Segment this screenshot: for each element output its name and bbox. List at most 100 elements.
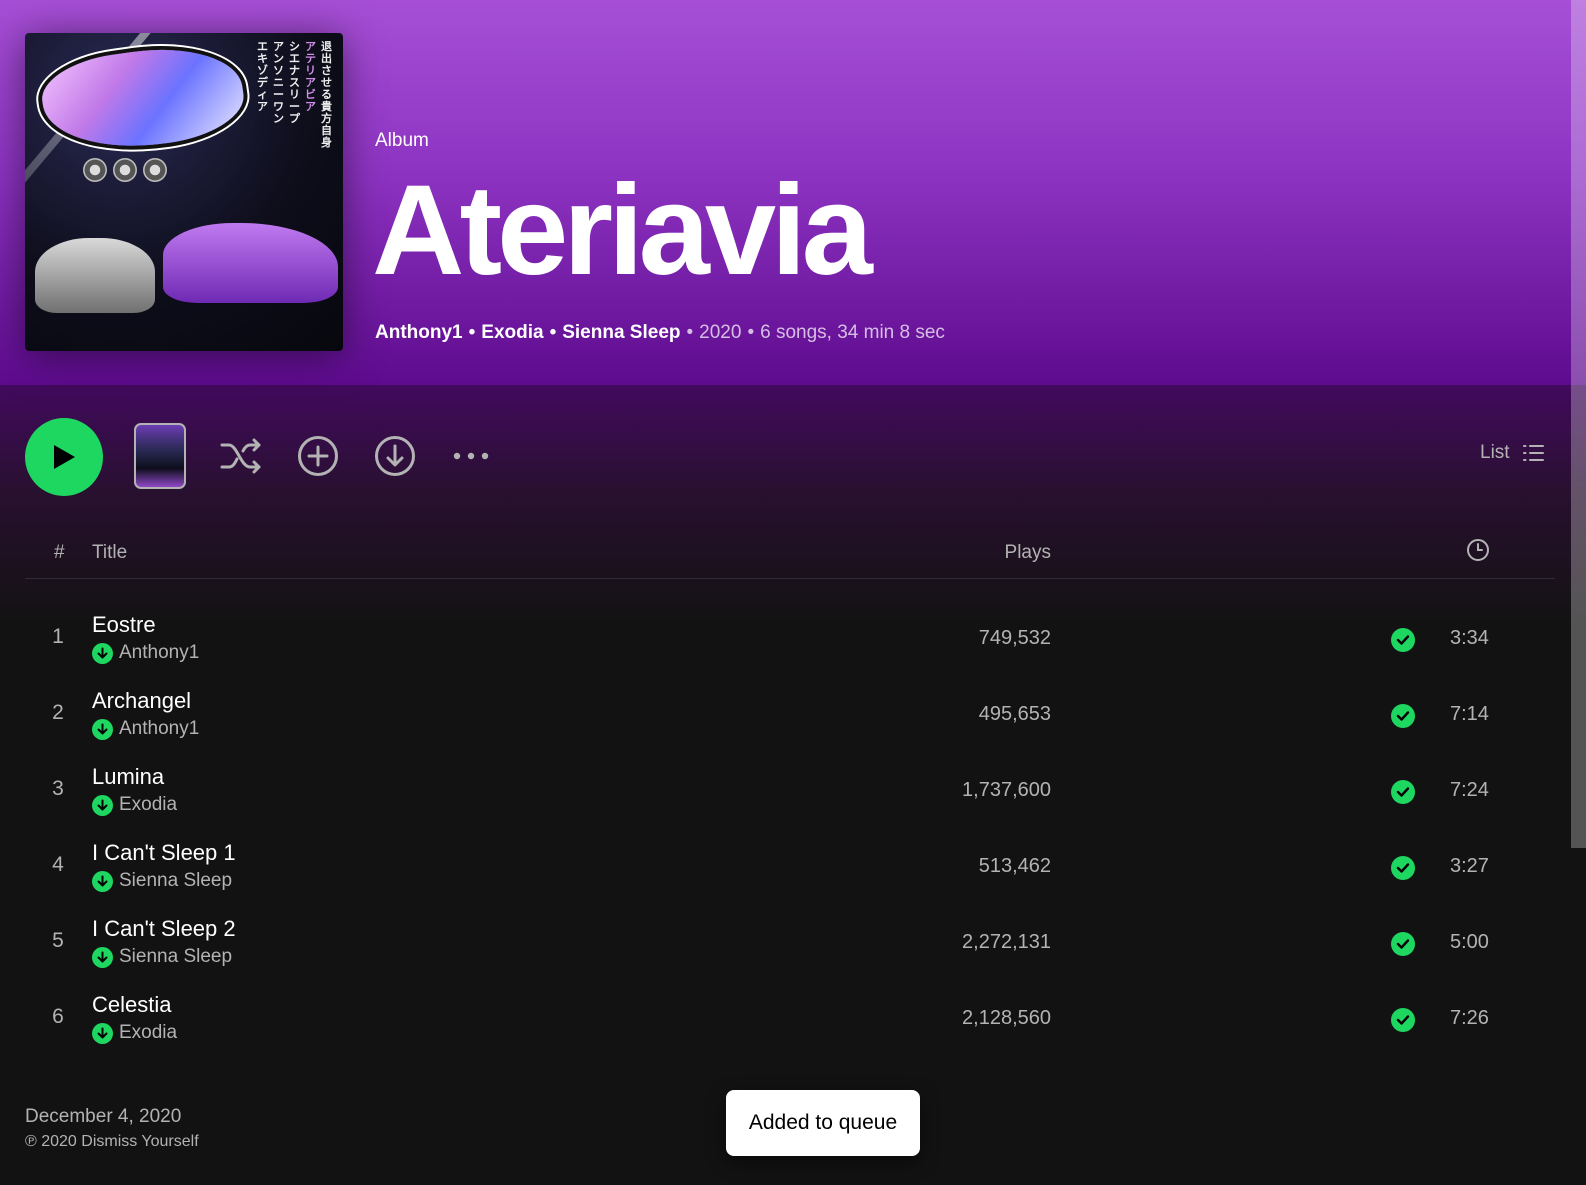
toast-notification: Added to queue — [726, 1090, 920, 1156]
track-plays: 513,462 — [978, 855, 1051, 877]
track-duration: 7:24 — [1450, 779, 1489, 801]
cover-japanese-text: アテリアビア — [305, 41, 316, 113]
track-title[interactable]: I Can't Sleep 2 — [92, 916, 236, 942]
artist-link[interactable]: Sienna Sleep — [562, 322, 680, 344]
view-toggle-label: List — [1480, 442, 1510, 463]
shuffle-icon — [220, 438, 261, 474]
separator-dot: • — [468, 322, 476, 343]
artist-link[interactable]: Exodia — [481, 322, 543, 344]
download-button[interactable] — [373, 434, 417, 478]
copyright: ℗ 2020 Dismiss Yourself — [25, 1133, 199, 1150]
release-date: December 4, 2020 — [25, 1106, 182, 1127]
track-plays: 749,532 — [978, 627, 1051, 649]
play-icon — [54, 445, 75, 469]
scrollbar-thumb[interactable] — [1571, 0, 1586, 848]
play-button[interactable] — [25, 418, 103, 496]
album-year: 2020 — [699, 322, 742, 343]
track-duration: 3:27 — [1450, 855, 1489, 877]
cover-graffiti-logo — [37, 37, 249, 160]
artist-link[interactable]: Anthony1 — [375, 322, 463, 344]
downloaded-icon — [92, 1022, 113, 1044]
track-duration: 7:26 — [1450, 1007, 1489, 1029]
track-artist[interactable]: Sienna Sleep — [119, 870, 232, 892]
clock-icon — [1467, 539, 1489, 561]
cover-japanese-text: エキゾディア — [257, 41, 268, 113]
download-icon — [375, 436, 415, 476]
saved-check-icon[interactable] — [1391, 704, 1415, 728]
column-title: Title — [92, 542, 128, 563]
track-subline: Sienna Sleep — [92, 870, 232, 892]
table-row[interactable]: 4 I Can't Sleep 1 Sienna Sleep 513,462 3:27 — [25, 831, 1555, 907]
track-subline: Exodia — [92, 1022, 177, 1044]
track-plays: 2,128,560 — [962, 1007, 1051, 1029]
track-artist[interactable]: Sienna Sleep — [119, 946, 232, 968]
downloaded-icon — [92, 718, 113, 740]
column-duration — [1466, 538, 1490, 568]
track-subline: Exodia — [92, 794, 177, 816]
shuffle-button[interactable] — [219, 434, 263, 478]
column-plays: Plays — [1004, 542, 1051, 563]
track-artist[interactable]: Anthony1 — [119, 718, 199, 740]
saved-check-icon[interactable] — [1391, 1008, 1415, 1032]
saved-check-icon[interactable] — [1391, 932, 1415, 956]
table-row[interactable]: 6 Celestia Exodia 2,128,560 7:26 — [25, 983, 1555, 1059]
saved-check-icon[interactable] — [1391, 856, 1415, 880]
downloaded-icon — [92, 946, 113, 968]
table-row[interactable]: 1 Eostre Anthony1 749,532 3:34 — [25, 603, 1555, 679]
track-number: 3 — [52, 777, 64, 800]
table-row[interactable]: 3 Lumina Exodia 1,737,600 7:24 — [25, 755, 1555, 831]
add-to-library-icon — [298, 436, 338, 476]
tracklist-header: # Title Plays — [25, 538, 1555, 579]
track-plays: 2,272,131 — [962, 931, 1051, 953]
cover-speaker — [113, 158, 137, 182]
track-number: 4 — [52, 853, 64, 876]
table-row[interactable]: 5 I Can't Sleep 2 Sienna Sleep 2,272,131 5:0… — [25, 907, 1555, 983]
track-number: 2 — [52, 701, 64, 724]
cover-purple-car — [163, 223, 338, 303]
more-options-button[interactable] — [449, 434, 493, 478]
view-toggle[interactable]: List — [1480, 442, 1544, 464]
album-type-label: Album — [375, 130, 429, 151]
track-number: 6 — [52, 1005, 64, 1028]
track-title[interactable]: Archangel — [92, 688, 191, 714]
list-view-icon — [1522, 445, 1544, 461]
album-title: Ateriavia — [372, 159, 873, 302]
track-artist[interactable]: Exodia — [119, 794, 177, 816]
track-subline: Anthony1 — [92, 718, 199, 740]
track-subline: Anthony1 — [92, 642, 199, 664]
cover-japanese-text: 退出させる貴方自身 — [321, 41, 332, 149]
downloaded-icon — [92, 870, 113, 892]
track-artist[interactable]: Anthony1 — [119, 642, 199, 664]
track-duration: 3:34 — [1450, 627, 1489, 649]
track-duration: 5:00 — [1450, 931, 1489, 953]
track-subline: Sienna Sleep — [92, 946, 232, 968]
saved-check-icon[interactable] — [1391, 780, 1415, 804]
album-cover: 退出させる貴方自身 アテリアビア シエナスリープ アンソニーワン エキゾディア — [25, 33, 343, 351]
track-title[interactable]: I Can't Sleep 1 — [92, 840, 236, 866]
track-title[interactable]: Celestia — [92, 992, 171, 1018]
track-title[interactable]: Eostre — [92, 612, 156, 638]
cover-speaker — [143, 158, 167, 182]
saved-check-icon[interactable] — [1391, 628, 1415, 652]
track-duration: 7:14 — [1450, 703, 1489, 725]
cover-silver-car — [35, 238, 155, 313]
separator-dot: • — [686, 322, 694, 343]
table-row[interactable]: 2 Archangel Anthony1 495,653 7:14 — [25, 679, 1555, 755]
downloaded-icon — [92, 642, 113, 664]
album-summary: 6 songs, 34 min 8 sec — [760, 322, 945, 343]
column-number: # — [54, 542, 65, 563]
cover-japanese-text: アンソニーワン — [273, 41, 284, 125]
track-number: 5 — [52, 929, 64, 952]
more-options-icon — [453, 452, 489, 460]
album-meta: Anthony1 • Exodia • Sienna Sleep • 2020 … — [375, 322, 945, 344]
track-artist[interactable]: Exodia — [119, 1022, 177, 1044]
separator-dot: • — [549, 322, 557, 343]
separator-dot: • — [747, 322, 755, 343]
cover-japanese-text: シエナスリープ — [289, 41, 300, 125]
add-to-library-button[interactable] — [296, 434, 340, 478]
track-plays: 1,737,600 — [962, 779, 1051, 801]
track-title[interactable]: Lumina — [92, 764, 164, 790]
album-preview-thumbnail[interactable] — [134, 423, 186, 489]
downloaded-icon — [92, 794, 113, 816]
controls-background — [0, 385, 1586, 625]
